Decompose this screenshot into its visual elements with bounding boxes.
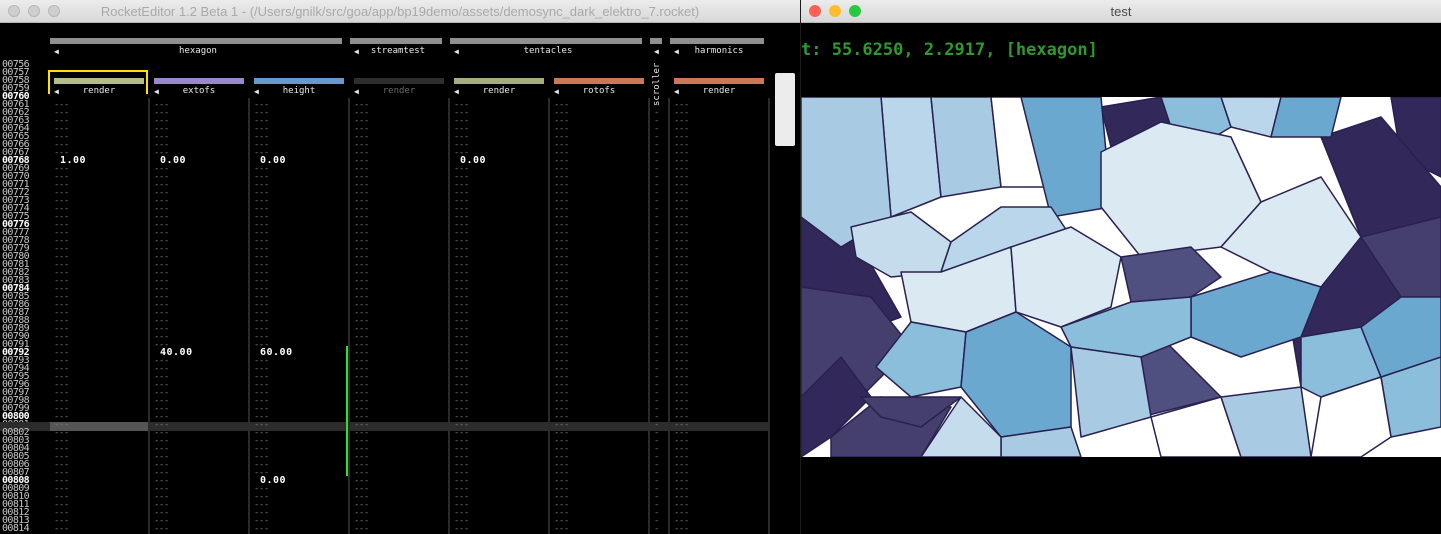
track-label-height[interactable]: height — [250, 86, 348, 98]
time-status-readout: t: 55.6250, 2.2917, [hexagon] — [801, 40, 1098, 60]
key-value[interactable]: 0.00 — [260, 156, 286, 166]
key-value[interactable]: 40.00 — [160, 348, 193, 358]
group-header-bar — [350, 38, 442, 44]
row-marker — [124, 70, 146, 72]
row-number: 00814 — [2, 523, 30, 534]
column-separator — [348, 98, 350, 534]
track-label-render[interactable]: render — [670, 86, 768, 98]
group-header-bar — [450, 38, 642, 44]
group-label-hexagon[interactable]: hexagon — [50, 46, 346, 58]
key-value[interactable]: 0.00 — [160, 156, 186, 166]
group-label-streamtest[interactable]: streamtest — [350, 46, 446, 58]
group-label-tentacles[interactable]: tentacles — [450, 46, 646, 58]
editor-titlebar[interactable]: RocketEditor 1.2 Beta 1 - (/Users/gnilk/… — [0, 0, 800, 23]
group-header-bar — [50, 38, 342, 44]
track-color-bar — [554, 78, 644, 84]
preview-titlebar[interactable]: test — [801, 0, 1441, 23]
track-label-render[interactable]: render — [450, 86, 548, 98]
rocket-editor-window: RocketEditor 1.2 Beta 1 - (/Users/gnilk/… — [0, 0, 800, 534]
empty-cell[interactable]: --- — [254, 525, 269, 534]
group-label-harmonics[interactable]: harmonics — [670, 46, 768, 58]
track-label-rotofs[interactable]: rotofs — [550, 86, 648, 98]
key-value[interactable]: 60.00 — [260, 348, 293, 358]
collapse-arrow-icon[interactable]: ◀ — [654, 47, 659, 57]
hexagon-voronoi-scene — [801, 97, 1441, 457]
row-marker — [62, 70, 72, 72]
track-label-extofs[interactable]: extofs — [150, 86, 248, 98]
column-separator — [668, 98, 670, 534]
editor-window-title: RocketEditor 1.2 Beta 1 - (/Users/gnilk/… — [100, 4, 700, 19]
empty-cell[interactable]: --- — [674, 525, 689, 534]
vertical-scrollbar-thumb[interactable] — [775, 73, 795, 146]
group-header-bar — [670, 38, 764, 44]
track-color-bar — [254, 78, 344, 84]
selected-track-highlight — [48, 70, 148, 94]
column-separator — [448, 98, 450, 534]
column-separator — [648, 98, 650, 534]
key-value[interactable]: 0.00 — [460, 156, 486, 166]
empty-cell[interactable]: --- — [454, 525, 469, 534]
preview-window: test t: 55.6250, 2.2917, [hexagon] — [801, 0, 1441, 534]
empty-cell[interactable]: - — [654, 525, 659, 534]
column-separator — [548, 98, 550, 534]
column-separator — [768, 98, 770, 534]
track-label-render[interactable]: render — [350, 86, 448, 98]
track-color-bar — [154, 78, 244, 84]
key-value[interactable]: 0.00 — [260, 476, 286, 486]
column-separator — [248, 98, 250, 534]
track-color-bar — [354, 78, 444, 84]
render-canvas — [801, 97, 1441, 457]
track-color-bar — [674, 78, 764, 84]
interpolation-line — [346, 346, 348, 476]
empty-cell[interactable]: --- — [354, 525, 369, 534]
track-color-bar — [454, 78, 544, 84]
track-editor[interactable]: ◀ hexagon ◀ streamtest ◀ tentacles ◀ ◀ harmonics… — [0, 23, 800, 534]
key-value[interactable]: 1.00 — [60, 156, 86, 166]
column-separator — [148, 98, 150, 534]
empty-cell[interactable]: --- — [554, 525, 569, 534]
group-header-bar — [650, 38, 662, 44]
preview-window-title: test — [1110, 4, 1132, 19]
empty-cell[interactable]: --- — [154, 525, 169, 534]
empty-cell[interactable]: --- — [54, 525, 69, 534]
